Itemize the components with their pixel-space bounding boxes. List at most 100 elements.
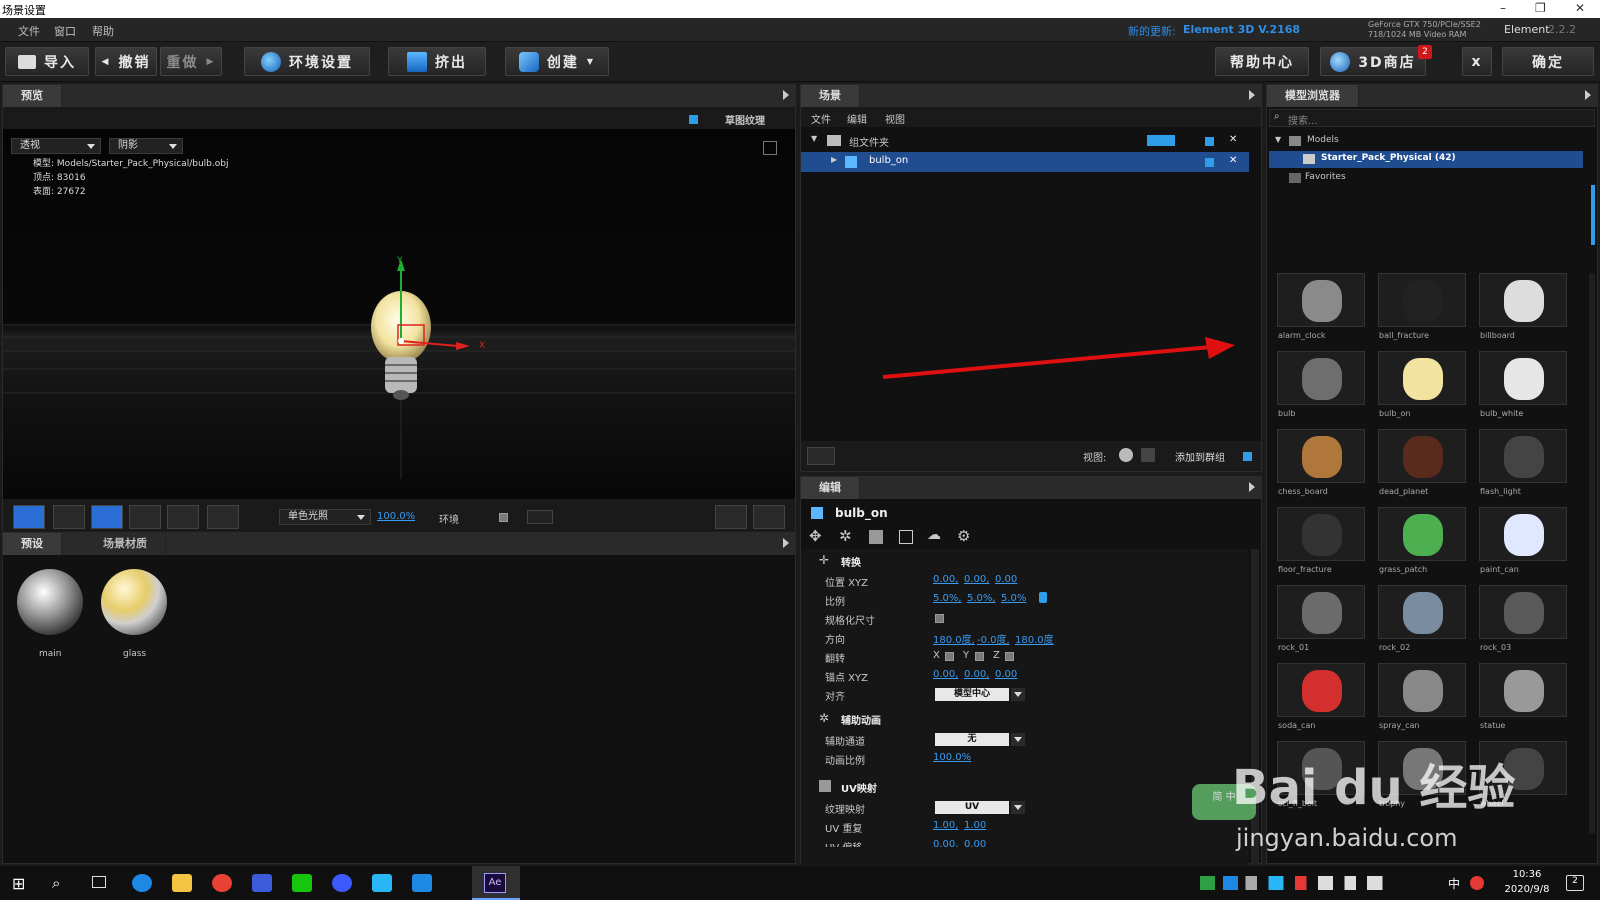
notification-icon[interactable]: 2: [1566, 875, 1584, 891]
after-effects-task[interactable]: Ae: [472, 866, 520, 900]
deform-icon[interactable]: ☁: [927, 527, 941, 543]
section-aux-animation[interactable]: 辅助动画: [841, 712, 881, 727]
system-tray-icons[interactable]: [1200, 876, 1390, 890]
scale-z[interactable]: 5.0%: [1001, 593, 1026, 604]
tab-presets[interactable]: 预设: [3, 533, 62, 555]
add-to-group-button[interactable]: 添加到群组: [1175, 449, 1225, 464]
baidu-icon[interactable]: [332, 874, 352, 892]
environment-button[interactable]: 环境设置: [244, 47, 370, 76]
app-icon[interactable]: [372, 874, 392, 892]
search-icon[interactable]: ⌕: [52, 874, 60, 892]
scene-menu-file[interactable]: 文件: [811, 111, 831, 126]
model-thumbnail[interactable]: soda_can: [1277, 663, 1365, 730]
expand-icon[interactable]: ▼: [811, 134, 817, 143]
gear-icon[interactable]: ⚙: [957, 527, 970, 545]
normalize-checkbox[interactable]: [935, 614, 944, 623]
anchor-x[interactable]: 0.00,: [933, 669, 958, 680]
import-button[interactable]: 导入: [5, 47, 89, 76]
close-window-icon[interactable]: ✕: [1575, 1, 1585, 15]
scene-row-group[interactable]: ▼ 组文件夹 ✕: [801, 131, 1249, 151]
aux-channel-dropdown[interactable]: 无: [935, 733, 1025, 746]
target-icon[interactable]: [715, 505, 747, 529]
group-color-swatch[interactable]: [1147, 135, 1175, 146]
position-z[interactable]: 0.00: [995, 574, 1017, 585]
cancel-button[interactable]: x: [1462, 47, 1492, 76]
zoom-value[interactable]: 100.0%: [377, 511, 415, 522]
select-tool-icon[interactable]: [53, 505, 85, 529]
anchor-z[interactable]: 0.00: [995, 669, 1017, 680]
windows-start-icon[interactable]: ⊞: [12, 874, 25, 893]
ime-indicator[interactable]: 中: [1448, 875, 1460, 892]
model-thumbnail[interactable]: spray_can: [1378, 663, 1466, 730]
uv-offset-u[interactable]: 0.00,: [933, 839, 958, 847]
scale-x[interactable]: 5.0%,: [933, 593, 962, 604]
clock-time[interactable]: 10:36: [1502, 869, 1552, 880]
axis-tool-icon[interactable]: [207, 505, 239, 529]
expand-arrow-icon[interactable]: [1585, 90, 1591, 100]
tab-scene-materials[interactable]: 场景材质: [85, 533, 166, 555]
menu-file[interactable]: 文件: [18, 23, 40, 39]
material-sphere-main[interactable]: [17, 569, 83, 635]
menu-window[interactable]: 窗口: [54, 23, 76, 39]
expand-icon[interactable]: ▼: [1275, 135, 1281, 144]
model-thumbnail[interactable]: bulb_on: [1378, 351, 1466, 418]
clock-date[interactable]: 2020/9/8: [1500, 884, 1554, 895]
model-thumbnail[interactable]: paint_can: [1479, 507, 1567, 574]
grid-scrollbar[interactable]: [1589, 273, 1595, 833]
redo-button[interactable]: 重做 ▶: [160, 47, 222, 76]
scene-menu-view[interactable]: 视图: [885, 111, 905, 126]
add-to-group-checkbox[interactable]: [1243, 452, 1252, 461]
bulb-model[interactable]: [358, 249, 498, 419]
edge-icon[interactable]: [132, 874, 152, 892]
create-button[interactable]: 创建 ▼: [505, 47, 609, 76]
position-x[interactable]: 0.00,: [933, 574, 958, 585]
flip-y-checkbox[interactable]: [975, 652, 984, 661]
transform-icon[interactable]: ✥: [809, 527, 822, 545]
tab-model-browser[interactable]: 模型浏览器: [1267, 85, 1359, 107]
tree-favorites[interactable]: Favorites: [1305, 172, 1346, 182]
group-visible-toggle[interactable]: [1205, 137, 1214, 146]
edit-scrollbar[interactable]: [1251, 549, 1259, 865]
model-thumbnail[interactable]: grass_patch: [1378, 507, 1466, 574]
section-transform[interactable]: 转换: [841, 554, 861, 569]
rotate-tool-icon[interactable]: [129, 505, 161, 529]
store-button[interactable]: 3D商店: [1320, 47, 1426, 76]
camera-tool-icon[interactable]: [13, 505, 45, 529]
tab-scene[interactable]: 场景: [801, 85, 860, 107]
group-delete-icon[interactable]: ✕: [1229, 134, 1237, 145]
new-folder-icon[interactable]: [807, 447, 835, 465]
sphere-view-icon[interactable]: [1119, 448, 1133, 462]
app-icon[interactable]: [412, 874, 432, 892]
orientation-y[interactable]: -0.0度,: [977, 631, 1010, 646]
extrude-button[interactable]: 挤出: [388, 47, 486, 76]
move-tool-icon[interactable]: [91, 505, 123, 529]
model-thumbnail[interactable]: ball_fracture: [1378, 273, 1466, 340]
menu-help[interactable]: 帮助: [92, 23, 114, 39]
lock-icon[interactable]: [1039, 592, 1047, 603]
item-delete-icon[interactable]: ✕: [1229, 155, 1237, 166]
expand-arrow-icon[interactable]: [783, 538, 789, 548]
model-thumbnail[interactable]: floor_fracture: [1277, 507, 1365, 574]
item-visible-toggle[interactable]: [1205, 158, 1214, 167]
align-dropdown[interactable]: 模型中心: [935, 688, 1025, 701]
model-thumbnail[interactable]: sci_fi_bolt: [1277, 741, 1365, 808]
orientation-x[interactable]: 180.0度,: [933, 631, 975, 646]
light-view-icon[interactable]: [1141, 448, 1155, 462]
antivirus-icon[interactable]: [1470, 876, 1484, 890]
anim-scale-value[interactable]: 100.0%: [933, 752, 971, 763]
texture-map-dropdown[interactable]: UV: [935, 801, 1025, 814]
tree-starter-pack[interactable]: Starter_Pack_Physical (42): [1269, 151, 1583, 168]
tab-preview[interactable]: 预览: [3, 85, 62, 107]
file-explorer-icon[interactable]: [172, 874, 192, 892]
uv-offset-v[interactable]: 0.00: [964, 839, 986, 847]
expand-arrow-icon[interactable]: [1249, 90, 1255, 100]
lighting-dropdown[interactable]: 单色光照: [279, 509, 371, 525]
model-thumbnail[interactable]: alarm_clock: [1277, 273, 1365, 340]
model-thumbnail[interactable]: rock_03: [1479, 585, 1567, 652]
scale-tool-icon[interactable]: [167, 505, 199, 529]
material-sphere-glass[interactable]: [101, 569, 167, 635]
scale-y[interactable]: 5.0%,: [967, 593, 996, 604]
model-thumbnail[interactable]: bulb: [1277, 351, 1365, 418]
model-thumbnail[interactable]: rock_02: [1378, 585, 1466, 652]
model-thumbnail[interactable]: bulb_white: [1479, 351, 1567, 418]
